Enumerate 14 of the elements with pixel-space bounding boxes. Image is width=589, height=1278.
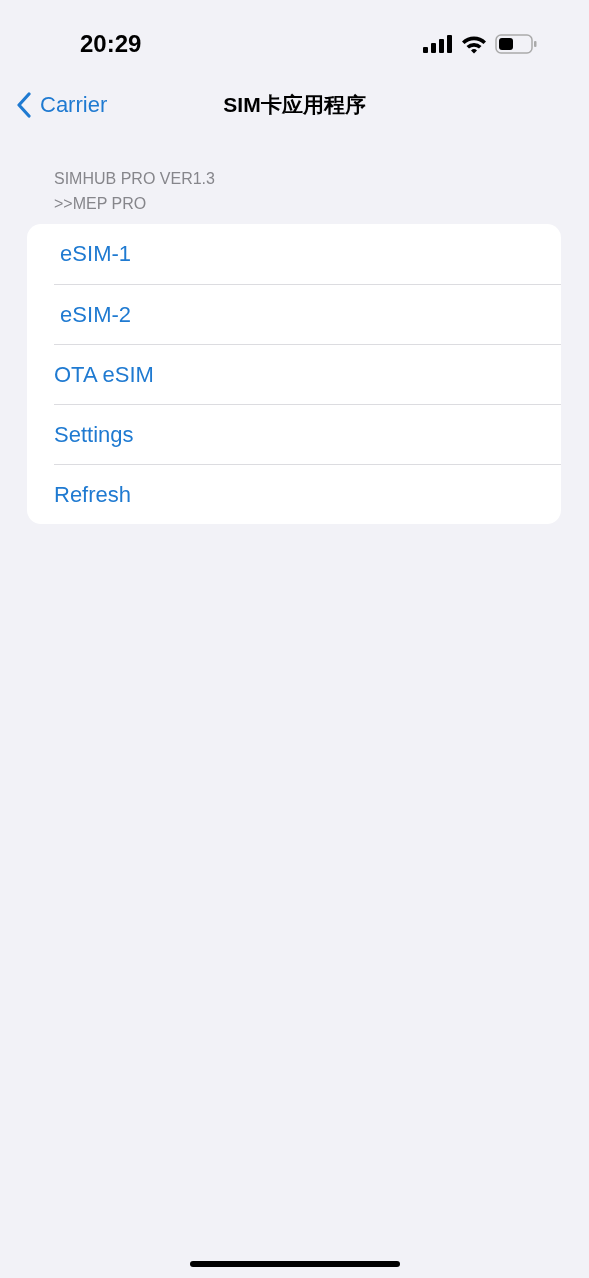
- list-item[interactable]: Refresh: [54, 481, 132, 508]
- chevron-left-icon: [16, 92, 32, 118]
- list-item[interactable]: eSIM-2: [54, 301, 132, 328]
- list-item[interactable]: OTA eSIM: [54, 361, 154, 388]
- list-item[interactable]: Settings: [54, 421, 134, 448]
- battery-icon: [495, 34, 537, 54]
- list-item[interactable]: eSIM-1: [54, 241, 132, 267]
- back-button[interactable]: Carrier: [16, 88, 108, 122]
- wifi-icon: [461, 34, 487, 54]
- section-header: >>MEP PRO: [54, 194, 147, 214]
- signal-icon: [423, 35, 453, 53]
- page-title: SIM卡应用程序: [223, 92, 366, 118]
- section-header: SIMHUB PRO VER1.3: [54, 169, 215, 189]
- status-time: 20:29: [80, 30, 143, 58]
